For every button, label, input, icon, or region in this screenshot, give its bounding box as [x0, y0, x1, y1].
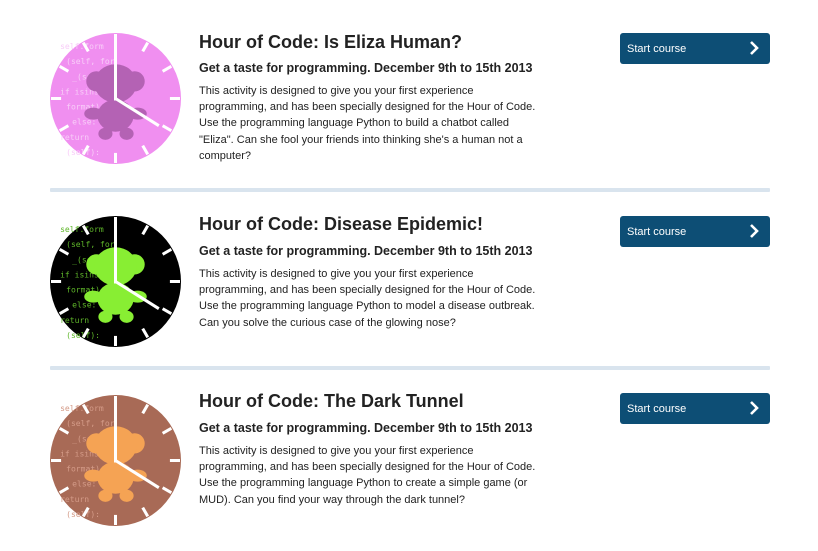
clock-code-text: self.form: [60, 42, 104, 51]
description-line: programming, and has been specially desi…: [199, 284, 536, 297]
description-line: computer?: [199, 149, 251, 162]
course-title[interactable]: Hour of Code: Disease Epidemic!: [199, 214, 483, 235]
course-description: This activity is designed to give you yo…: [199, 266, 559, 331]
divider: [50, 188, 770, 192]
clock-code-text: return: [60, 495, 89, 504]
button-label: Start course: [627, 402, 687, 415]
course-title[interactable]: Hour of Code: Is Eliza Human?: [199, 32, 462, 53]
start-course-button[interactable]: Start course: [620, 33, 770, 64]
description-line: Can you solve the curious case of the gl…: [199, 316, 456, 329]
chevron-right-icon: [750, 224, 759, 238]
divider: [50, 366, 770, 370]
monkey-clock-icon[interactable]: self.form(self, for_(self):if isinstform…: [50, 33, 181, 164]
description-line: This activity is designed to give you yo…: [199, 445, 474, 457]
clock-code-text: (self, for: [66, 57, 115, 66]
clock-code-text: return: [60, 316, 89, 325]
clock-code-text: (self, for: [66, 240, 115, 249]
clock-code-text: self.form: [60, 225, 104, 234]
start-course-button[interactable]: Start course: [620, 216, 770, 247]
button-label: Start course: [627, 42, 687, 55]
description-line: This activity is designed to give you yo…: [199, 85, 474, 97]
course-description: This activity is designed to give you yo…: [199, 443, 559, 508]
description-line: This activity is designed to give you yo…: [199, 268, 474, 280]
course-subtitle: Get a taste for programming. December 9t…: [199, 421, 533, 435]
course-subtitle: Get a taste for programming. December 9t…: [199, 244, 533, 258]
course-title[interactable]: Hour of Code: The Dark Tunnel: [199, 391, 464, 412]
course-subtitle: Get a taste for programming. December 9t…: [199, 61, 533, 75]
monkey-clock-icon[interactable]: self.form(self, for_(self):if isinstform…: [50, 216, 181, 347]
description-line: Use the programming language Python to b…: [199, 117, 510, 130]
description-line: programming, and has been specially desi…: [199, 101, 536, 114]
description-line: Use the programming language Python to m…: [199, 300, 535, 313]
monkey-clock-icon[interactable]: self.form(self, for_(self):if isinstform…: [50, 395, 181, 526]
course-description: This activity is designed to give you yo…: [199, 83, 559, 164]
description-line: MUD). Can you find your way through the …: [199, 493, 465, 506]
button-label: Start course: [627, 225, 687, 238]
chevron-right-icon: [750, 401, 759, 415]
description-line: programming, and has been specially desi…: [199, 461, 536, 474]
clock-code-text: return: [60, 133, 89, 142]
description-line: Use the programming language Python to c…: [199, 477, 528, 490]
chevron-right-icon: [750, 41, 759, 55]
start-course-button[interactable]: Start course: [620, 393, 770, 424]
clock-code-text: self.form: [60, 404, 104, 413]
description-line: "Eliza". Can she fool your friends into …: [199, 133, 523, 146]
clock-code-text: (self, for: [66, 419, 115, 428]
